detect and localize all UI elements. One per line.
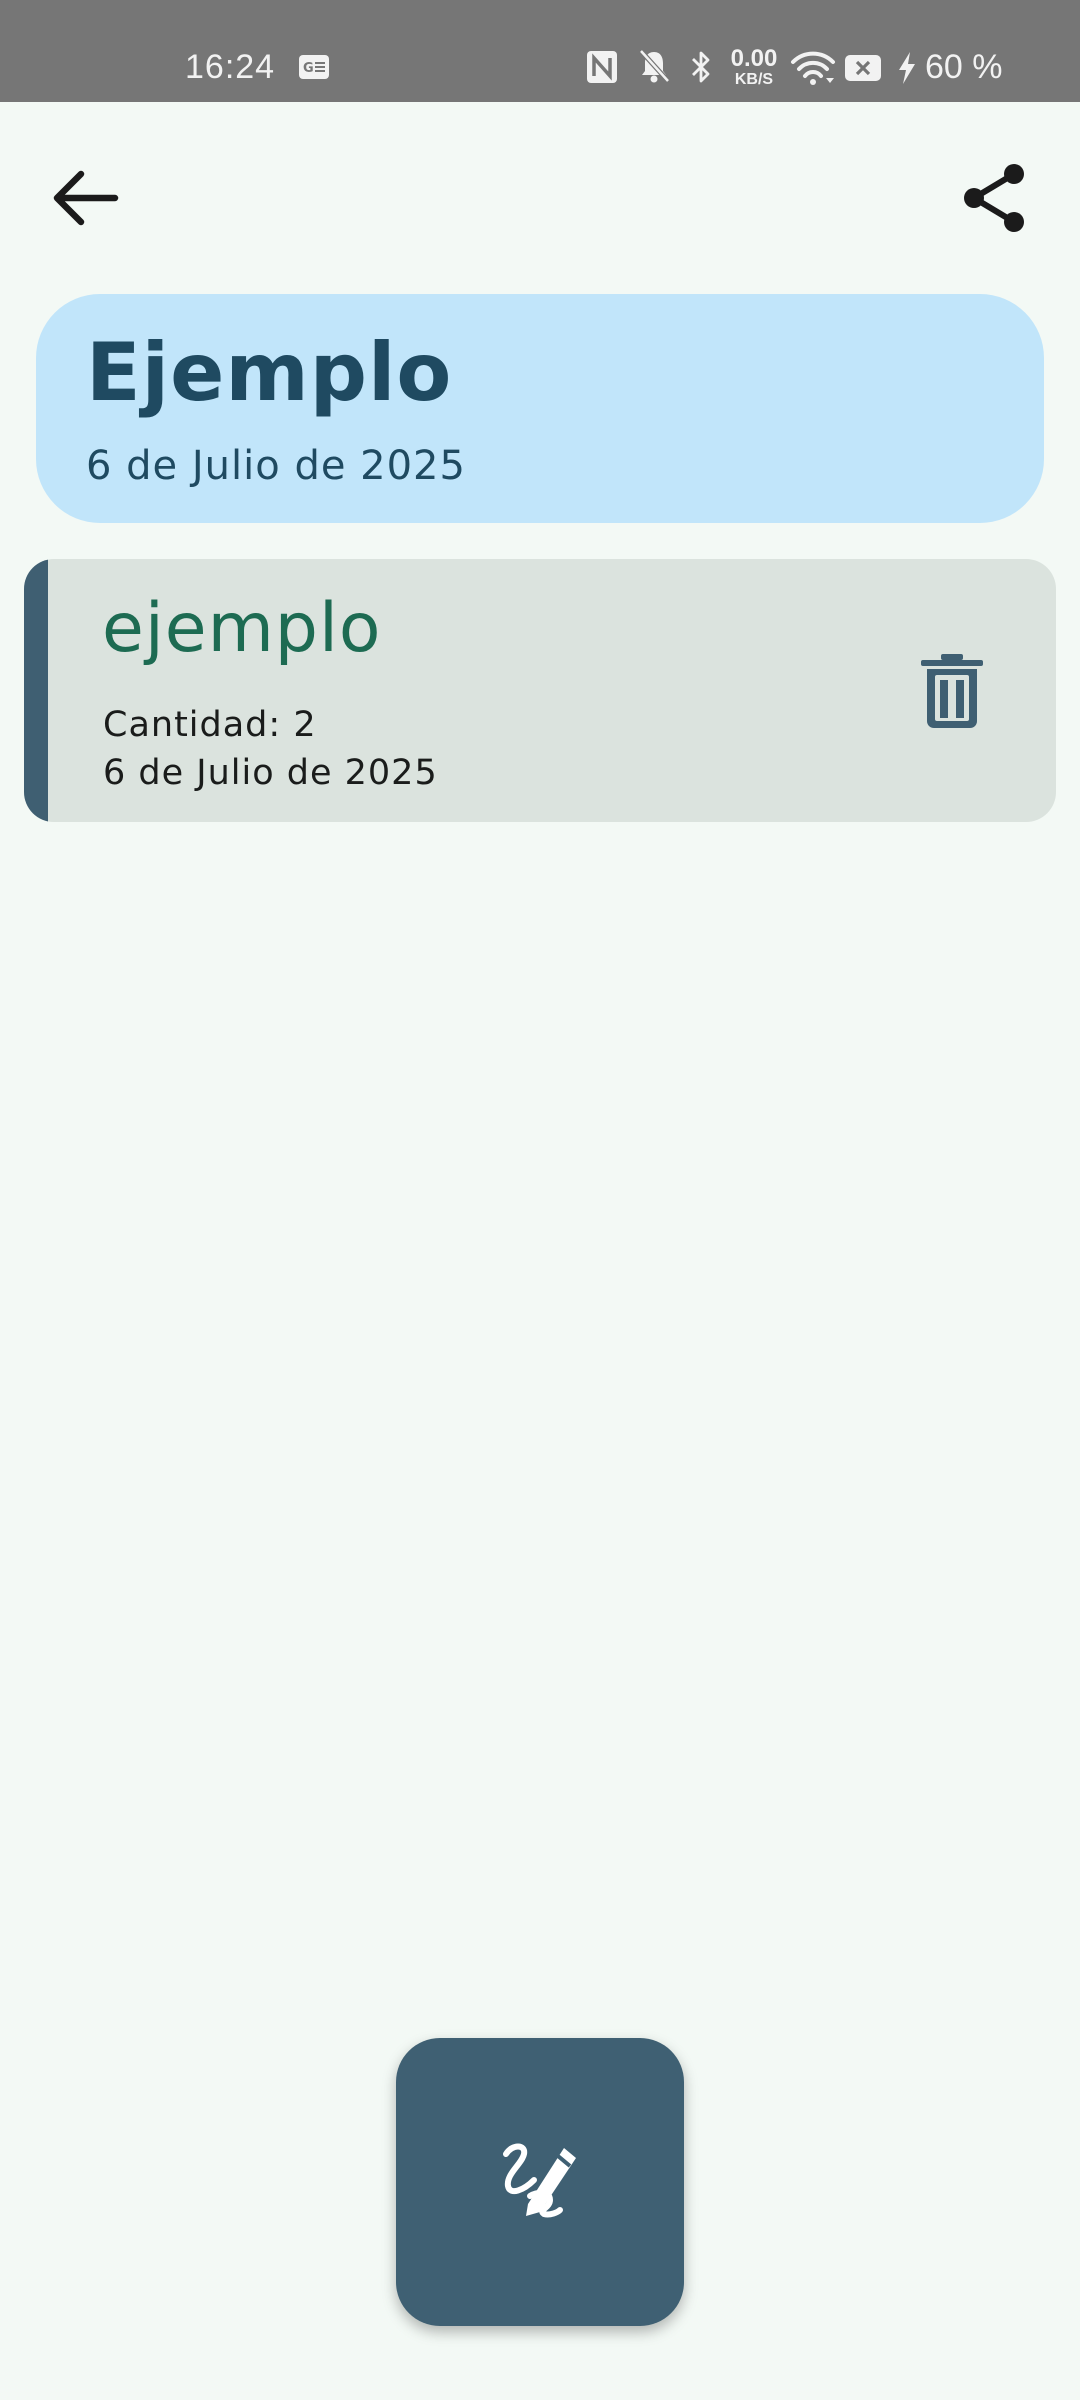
network-speed: 0.00 KB/S	[724, 47, 784, 88]
draw-fab-button[interactable]	[396, 2038, 684, 2326]
translate-icon: G	[298, 54, 330, 85]
item-name: ejemplo	[102, 589, 382, 668]
back-button[interactable]	[40, 160, 130, 240]
sim-disabled-icon	[844, 54, 882, 87]
network-speed-unit: KB/S	[734, 71, 774, 88]
svg-text:G: G	[303, 61, 314, 76]
bluetooth-icon	[690, 49, 712, 90]
item-quantity: Cantidad: 2	[103, 705, 317, 745]
delete-item-button[interactable]	[904, 645, 1000, 741]
status-time: 16:24	[185, 48, 276, 86]
list-date: 6 de Julio de 2025	[86, 443, 466, 489]
share-icon	[960, 161, 1030, 239]
item-accent-bar	[24, 559, 48, 822]
item-date: 6 de Julio de 2025	[103, 753, 438, 793]
nfc-icon	[586, 50, 618, 89]
charging-icon	[896, 50, 918, 91]
wifi-icon	[790, 50, 836, 91]
list-item[interactable]: ejemplo Cantidad: 2 6 de Julio de 2025	[24, 559, 1056, 822]
share-button[interactable]	[950, 155, 1040, 245]
status-bar: 16:24 G 0.00 KB/S 60 %	[0, 0, 1080, 102]
list-header-card: Ejemplo 6 de Julio de 2025	[36, 294, 1044, 523]
bell-off-icon	[637, 48, 671, 89]
battery-level: 60 %	[925, 48, 1003, 86]
trash-icon	[919, 653, 985, 733]
draw-icon	[500, 2140, 580, 2224]
network-speed-value: 0.00	[730, 45, 778, 72]
list-title: Ejemplo	[86, 326, 453, 419]
arrow-back-icon	[49, 166, 121, 234]
